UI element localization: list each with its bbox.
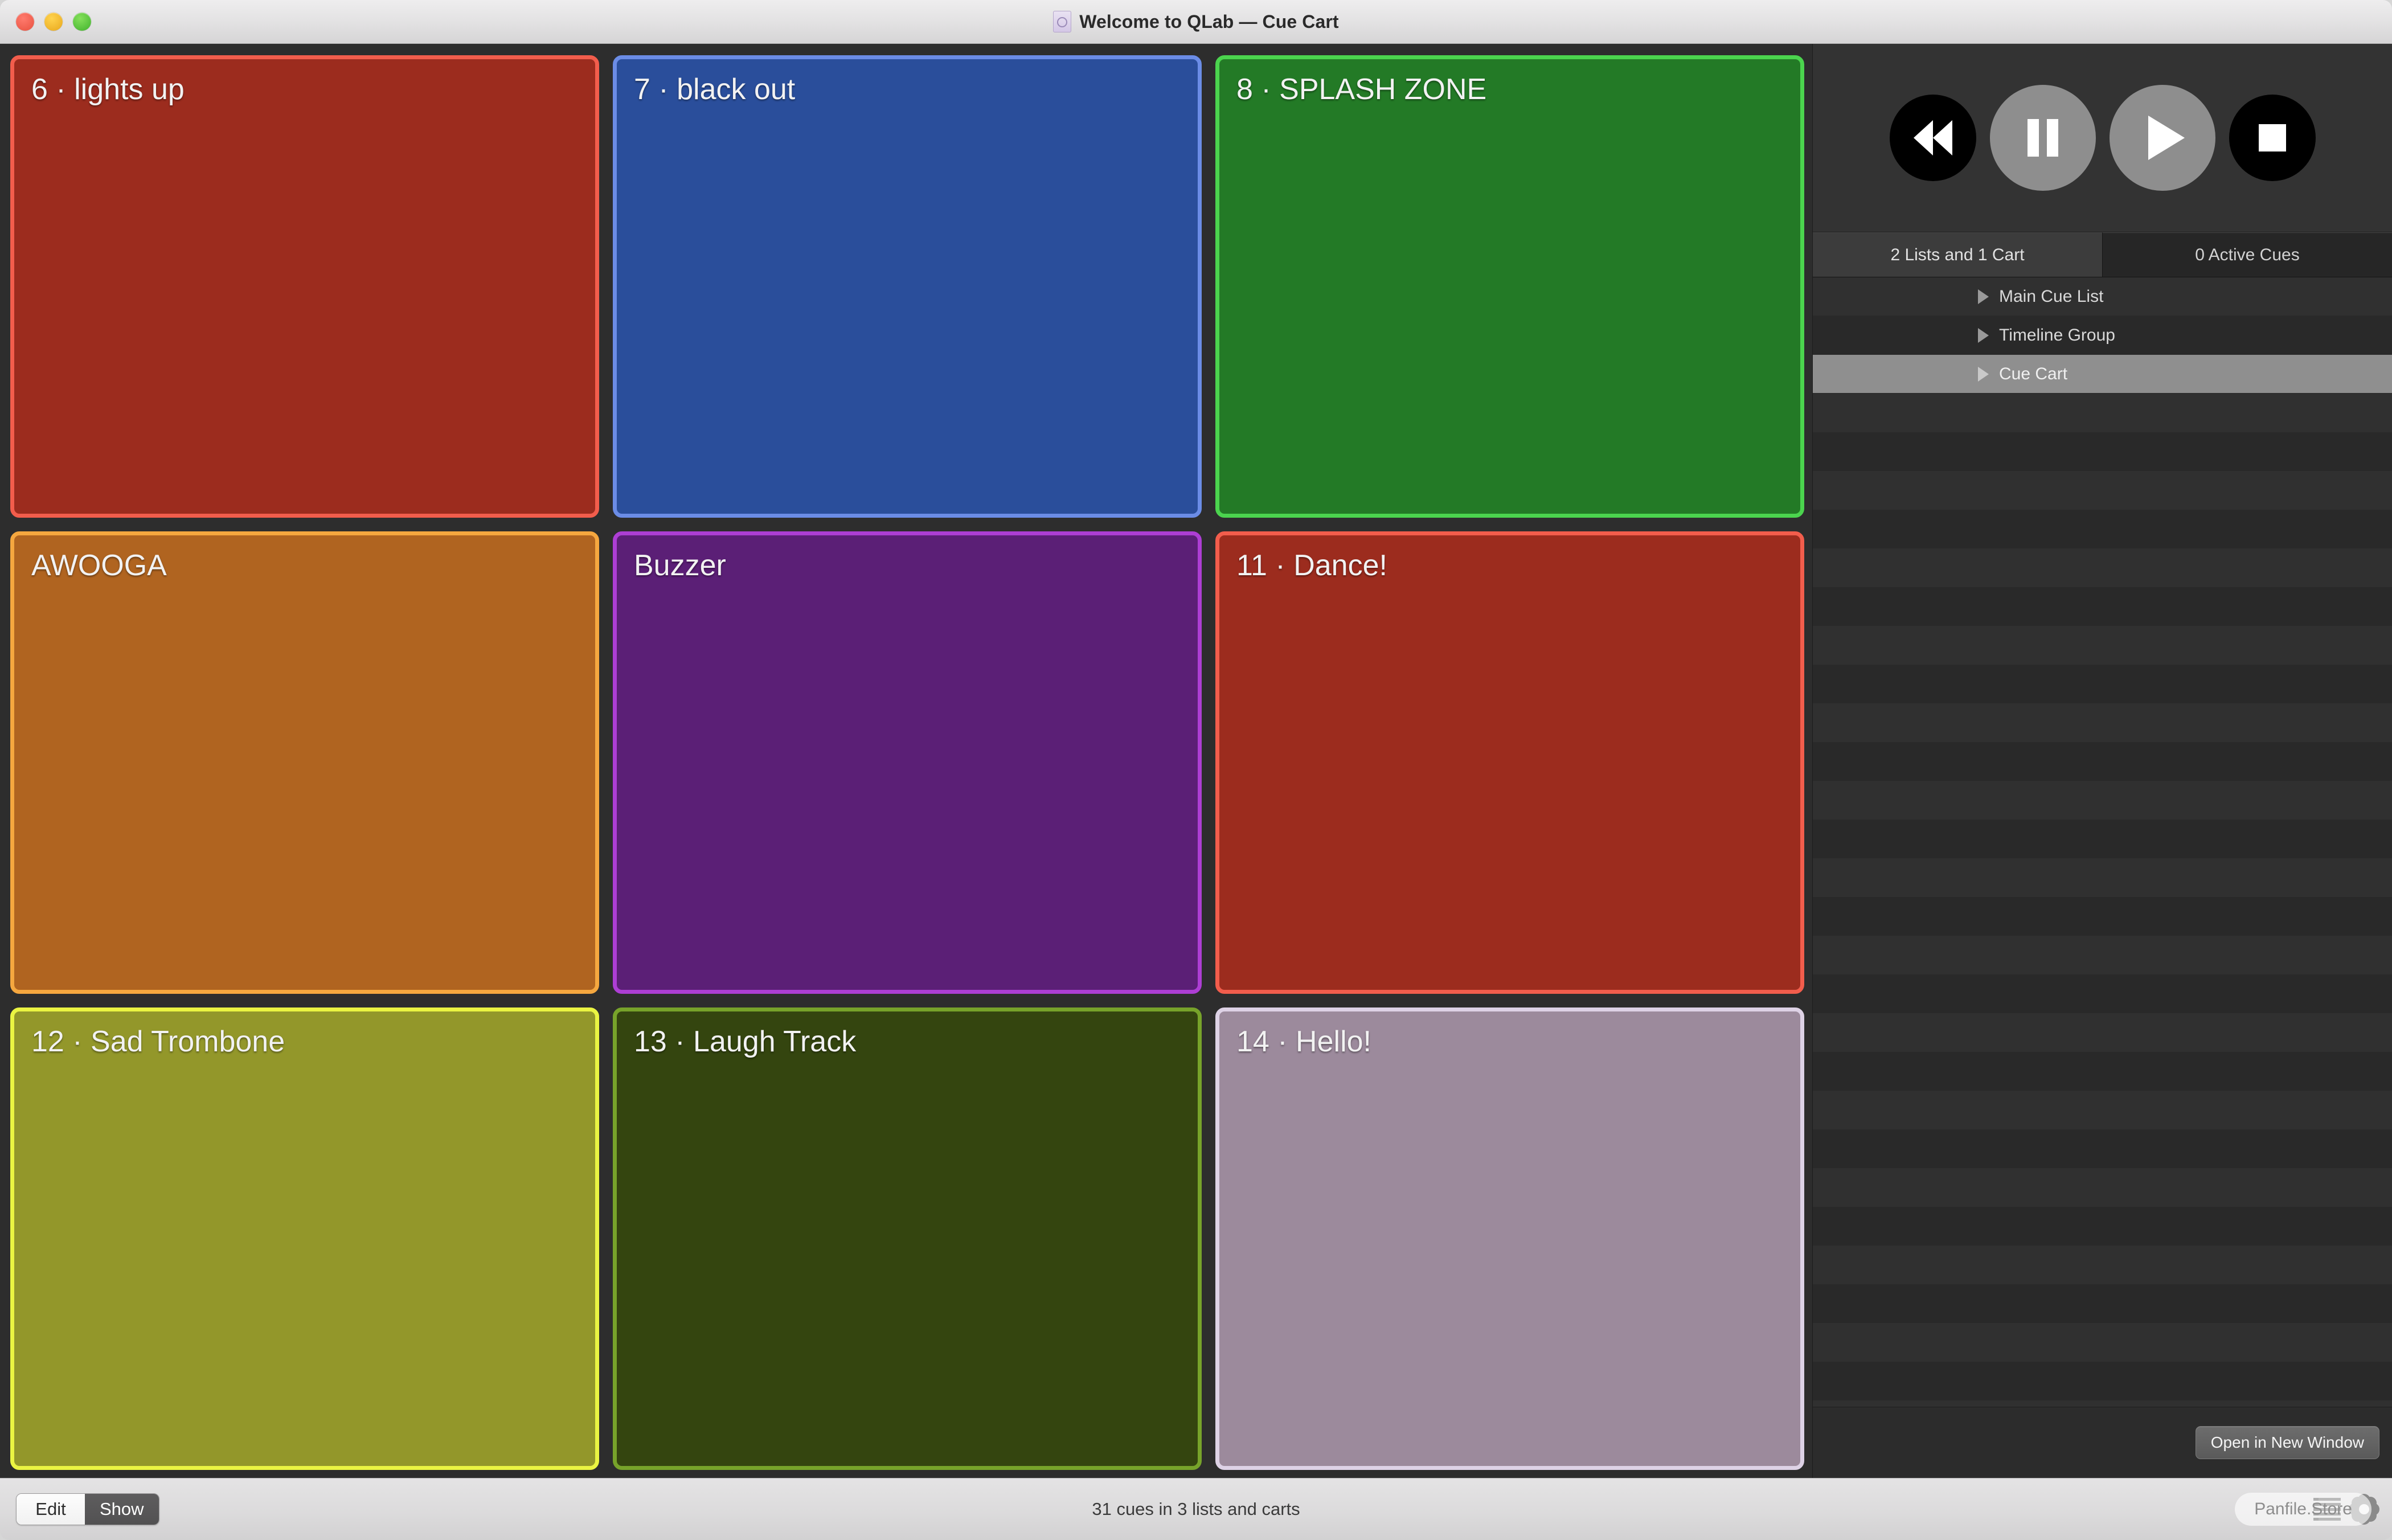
stop-icon: [2258, 124, 2286, 151]
cue-tile-label: 7 · black out: [634, 73, 796, 106]
sidebar-footer: Open in New Window: [1813, 1407, 2392, 1478]
tab-label: 2 Lists and 1 Cart: [1890, 245, 2025, 264]
qlab-window: Welcome to QLab — Cue Cart 6 · lights up…: [0, 0, 2392, 1540]
cue-tile-label: 13 · Laugh Track: [634, 1025, 857, 1058]
sidebar-tabs: 2 Lists and 1 Cart 0 Active Cues: [1813, 232, 2392, 277]
tab-label: 0 Active Cues: [2195, 245, 2300, 264]
cue-list-empty-area: [1813, 394, 2392, 1407]
title-center: Welcome to QLab — Cue Cart: [0, 0, 2392, 43]
cue-tile[interactable]: 6 · lights up: [10, 55, 599, 518]
list-item-main-cue-list[interactable]: Main Cue List: [1813, 277, 2392, 316]
main-body: 6 · lights up 7 · black out 8 · SPLASH Z…: [0, 44, 2392, 1478]
footer-icons: [2313, 1496, 2377, 1522]
cue-tile[interactable]: 8 · SPLASH ZONE: [1215, 55, 1804, 518]
cue-tile-label: 6 · lights up: [31, 73, 185, 106]
cue-list-rows: Main Cue List Timeline Group Cue Cart: [1813, 277, 2392, 394]
cue-tile[interactable]: 13 · Laugh Track: [613, 1007, 1202, 1470]
traffic-lights: [16, 13, 91, 31]
cue-cart-grid: 6 · lights up 7 · black out 8 · SPLASH Z…: [0, 44, 1812, 1478]
list-item-label: Cue Cart: [1999, 364, 2068, 383]
maximize-button[interactable]: [73, 13, 91, 31]
status-text: 31 cues in 3 lists and carts: [1092, 1499, 1300, 1519]
title-bar: Welcome to QLab — Cue Cart: [0, 0, 2392, 44]
cue-tile[interactable]: 11 · Dance!: [1215, 531, 1804, 994]
gear-icon[interactable]: [2351, 1496, 2377, 1522]
play-button[interactable]: [2109, 85, 2215, 191]
pause-icon: [2027, 119, 2058, 157]
bottom-status-bar: Edit Show 31 cues in 3 lists and carts P…: [0, 1478, 2392, 1540]
cue-tile[interactable]: Buzzer: [613, 531, 1202, 994]
window-title: Welcome to QLab — Cue Cart: [1079, 11, 1339, 32]
cue-tile[interactable]: 12 · Sad Trombone: [10, 1007, 599, 1470]
cue-tile[interactable]: 7 · black out: [613, 55, 1202, 518]
list-item-cue-cart[interactable]: Cue Cart: [1813, 355, 2392, 394]
list-icon[interactable]: [2313, 1498, 2341, 1521]
cue-tile-label: 11 · Dance!: [1236, 549, 1387, 582]
transport-controls: [1813, 44, 2392, 232]
tab-active-cues[interactable]: 0 Active Cues: [2102, 232, 2392, 277]
cue-tile[interactable]: 14 · Hello!: [1215, 1007, 1804, 1470]
cue-tile-label: Buzzer: [634, 549, 726, 582]
cue-tile-label: AWOOGA: [31, 549, 167, 582]
open-in-new-window-button[interactable]: Open in New Window: [2195, 1426, 2379, 1459]
sidebar: 2 Lists and 1 Cart 0 Active Cues Main Cu…: [1812, 44, 2392, 1478]
pause-button[interactable]: [1989, 85, 2096, 191]
chevron-right-icon[interactable]: [1978, 289, 1989, 304]
minimize-button[interactable]: [44, 13, 63, 31]
stop-button[interactable]: [2229, 95, 2316, 181]
close-button[interactable]: [16, 13, 34, 31]
cue-tile[interactable]: AWOOGA: [10, 531, 599, 994]
cue-tile-label: 12 · Sad Trombone: [31, 1025, 285, 1058]
rewind-icon: [1913, 120, 1952, 155]
list-item-timeline-group[interactable]: Timeline Group: [1813, 316, 2392, 355]
list-item-label: Main Cue List: [1999, 286, 2104, 306]
cue-tile-label: 14 · Hello!: [1236, 1025, 1371, 1058]
chevron-right-icon[interactable]: [1978, 366, 1989, 382]
list-item-label: Timeline Group: [1999, 325, 2115, 345]
rewind-button[interactable]: [1889, 95, 1976, 181]
document-icon: [1053, 11, 1072, 32]
chevron-right-icon[interactable]: [1978, 327, 1989, 343]
tab-lists-and-carts[interactable]: 2 Lists and 1 Cart: [1813, 232, 2102, 277]
cue-tile-label: 8 · SPLASH ZONE: [1236, 73, 1487, 106]
play-icon: [2148, 116, 2185, 160]
